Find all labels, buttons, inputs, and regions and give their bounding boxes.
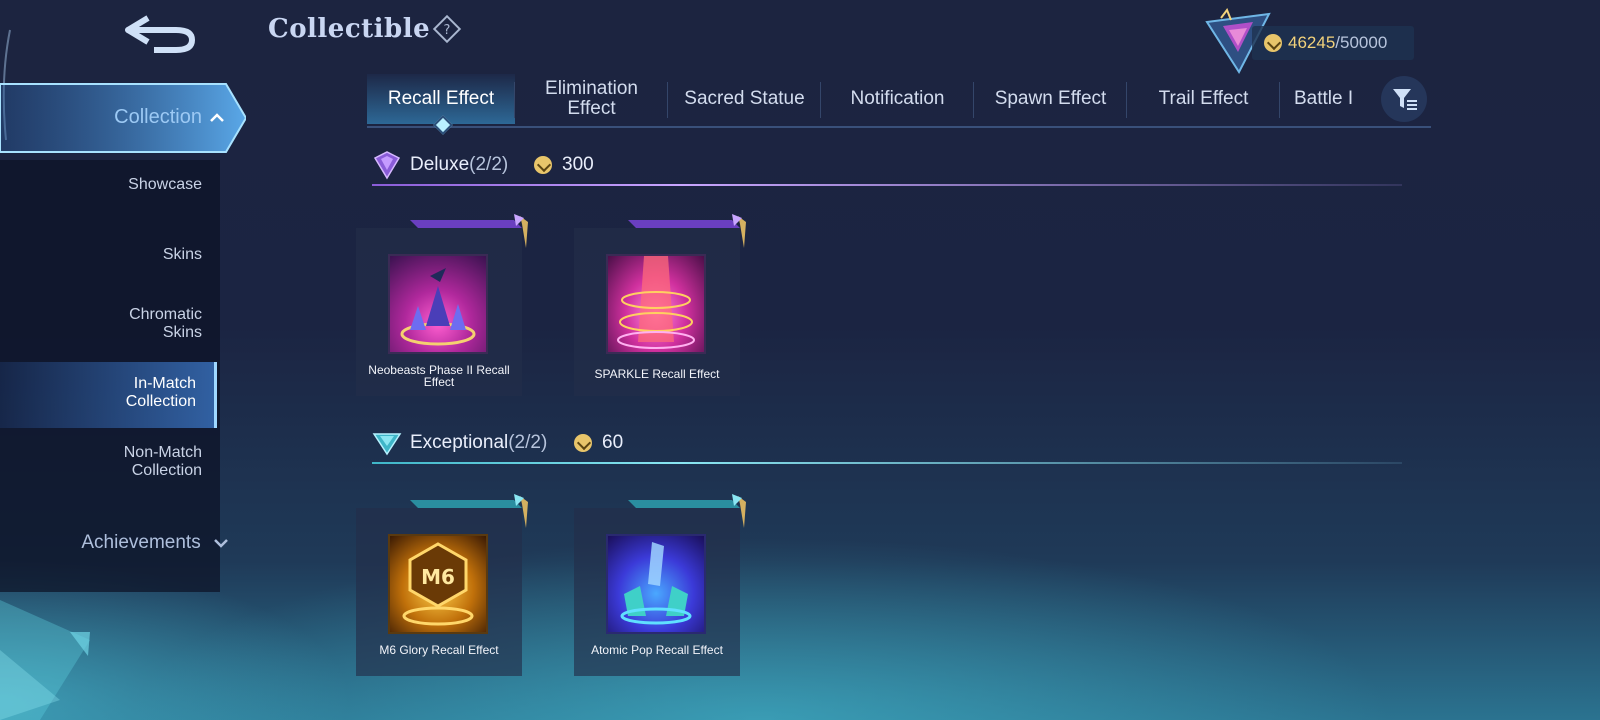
back-arrow-icon <box>125 15 196 53</box>
collectible-card[interactable]: M6 M6 Glory Recall Effect <box>356 494 528 676</box>
tab-battle[interactable]: Battle I <box>1280 74 1370 124</box>
recall-art-icon <box>620 542 692 625</box>
sidebar-collection-header[interactable]: Collection <box>0 82 246 154</box>
chevron-up-icon <box>210 113 224 122</box>
m6-logo-text: M6 <box>421 565 455 589</box>
neobeasts-recall-thumbnail <box>388 254 488 354</box>
sidebar-item-chromatic-skins[interactable]: Chromatic Skins <box>0 306 220 346</box>
sidebar-collection-label: Collection <box>114 106 202 128</box>
sidebar-item-label: Skins <box>162 324 202 341</box>
sidebar-item-label: Collection <box>131 462 202 479</box>
collectible-card[interactable]: Neobeasts Phase II Recall Effect <box>356 214 528 396</box>
collectible-card[interactable]: SPARKLE Recall Effect <box>574 214 746 396</box>
filter-button[interactable] <box>1381 76 1427 122</box>
sidebar-item-label: Collection <box>125 393 196 410</box>
recall-art-icon <box>617 256 695 349</box>
card-caption: SPARKLE Recall Effect <box>594 367 720 381</box>
coin-icon <box>1264 34 1282 52</box>
sidebar-item-label: Showcase <box>128 176 202 193</box>
section-title: Deluxe(2/2) <box>410 154 509 175</box>
tab-label: Recall Effect <box>387 88 495 109</box>
sidebar-item-skins[interactable]: Skins <box>0 246 220 266</box>
back-button[interactable] <box>118 10 204 56</box>
question-diamond-icon[interactable]: ? <box>432 14 462 44</box>
m6-glory-recall-thumbnail: M6 <box>388 534 488 634</box>
tab-trail-effect[interactable]: Trail Effect <box>1127 74 1280 124</box>
section-divider <box>372 184 1402 186</box>
section-divider <box>372 462 1402 464</box>
recall-art-icon: M6 <box>402 542 474 626</box>
sparkle-recall-thumbnail <box>606 254 706 354</box>
section-price: 60 <box>602 432 624 453</box>
sidebar-achievements[interactable]: Achievements <box>0 532 228 554</box>
exceptional-gem-icon <box>372 433 402 456</box>
tab-label: Spawn Effect <box>994 88 1107 109</box>
tab-sacred-statue[interactable]: Sacred Statue <box>668 74 821 124</box>
tab-label: Trail Effect <box>1158 88 1249 109</box>
card-ribbon <box>410 494 528 528</box>
tab-label: Elimination <box>545 78 638 99</box>
recall-art-icon <box>400 268 476 346</box>
card-caption: Atomic Pop Recall Effect <box>591 643 723 657</box>
tab-elimination-effect[interactable]: Elimination Effect <box>515 74 668 124</box>
sidebar-item-label: In-Match <box>133 375 196 392</box>
page-title: Collectible <box>268 14 431 44</box>
section-price: 300 <box>562 154 594 175</box>
coin-icon <box>574 434 592 452</box>
sidebar-item-label: Chromatic <box>129 306 202 323</box>
card-ribbon <box>628 214 746 248</box>
currency-amount: 46245/50000 <box>1288 33 1388 52</box>
sidebar: Collection Showcase Skins Chromatic Skin… <box>0 82 250 642</box>
tab-label: Sacred Statue <box>684 88 805 109</box>
card-ribbon <box>410 214 528 248</box>
currency-display: 46245/50000 <box>1252 26 1414 60</box>
card-ribbon <box>628 494 746 528</box>
chevron-down-icon <box>214 539 228 548</box>
tab-spawn-effect[interactable]: Spawn Effect <box>974 74 1127 124</box>
svg-text:?: ? <box>444 23 451 38</box>
tab-recall-effect[interactable]: Recall Effect <box>367 74 515 124</box>
section-header-exceptional: Exceptional(2/2) 60 <box>372 424 1402 464</box>
tab-notification[interactable]: Notification <box>821 74 974 124</box>
deluxe-gem-icon <box>373 151 401 180</box>
section-header-deluxe: Deluxe(2/2) 300 <box>372 146 1402 186</box>
card-caption: Neobeasts Phase II Recall Effect <box>368 363 510 389</box>
section-title: Exceptional(2/2) <box>410 432 548 453</box>
sidebar-item-showcase[interactable]: Showcase <box>0 176 220 196</box>
tab-label: Battle I <box>1294 88 1354 109</box>
filter-icon <box>1393 89 1417 110</box>
category-tabs: Recall Effect Elimination Effect Sacred … <box>367 74 1431 128</box>
sidebar-item-label: Non-Match <box>123 444 202 461</box>
sidebar-item-non-match-collection[interactable]: Non-Match Collection <box>0 444 220 484</box>
sidebar-achievements-label: Achievements <box>81 532 201 553</box>
sidebar-item-in-match-collection[interactable]: In-Match Collection <box>0 362 217 428</box>
sidebar-item-label: Skins <box>162 246 202 263</box>
tab-label: Effect <box>567 98 616 119</box>
coin-icon <box>534 156 552 174</box>
card-caption: M6 Glory Recall Effect <box>379 643 499 657</box>
sidebar-submenu: Showcase Skins Chromatic Skins In-Match … <box>0 160 220 592</box>
collectible-card[interactable]: Atomic Pop Recall Effect <box>574 494 746 676</box>
atomic-pop-recall-thumbnail <box>606 534 706 634</box>
tab-label: Notification <box>850 88 945 109</box>
